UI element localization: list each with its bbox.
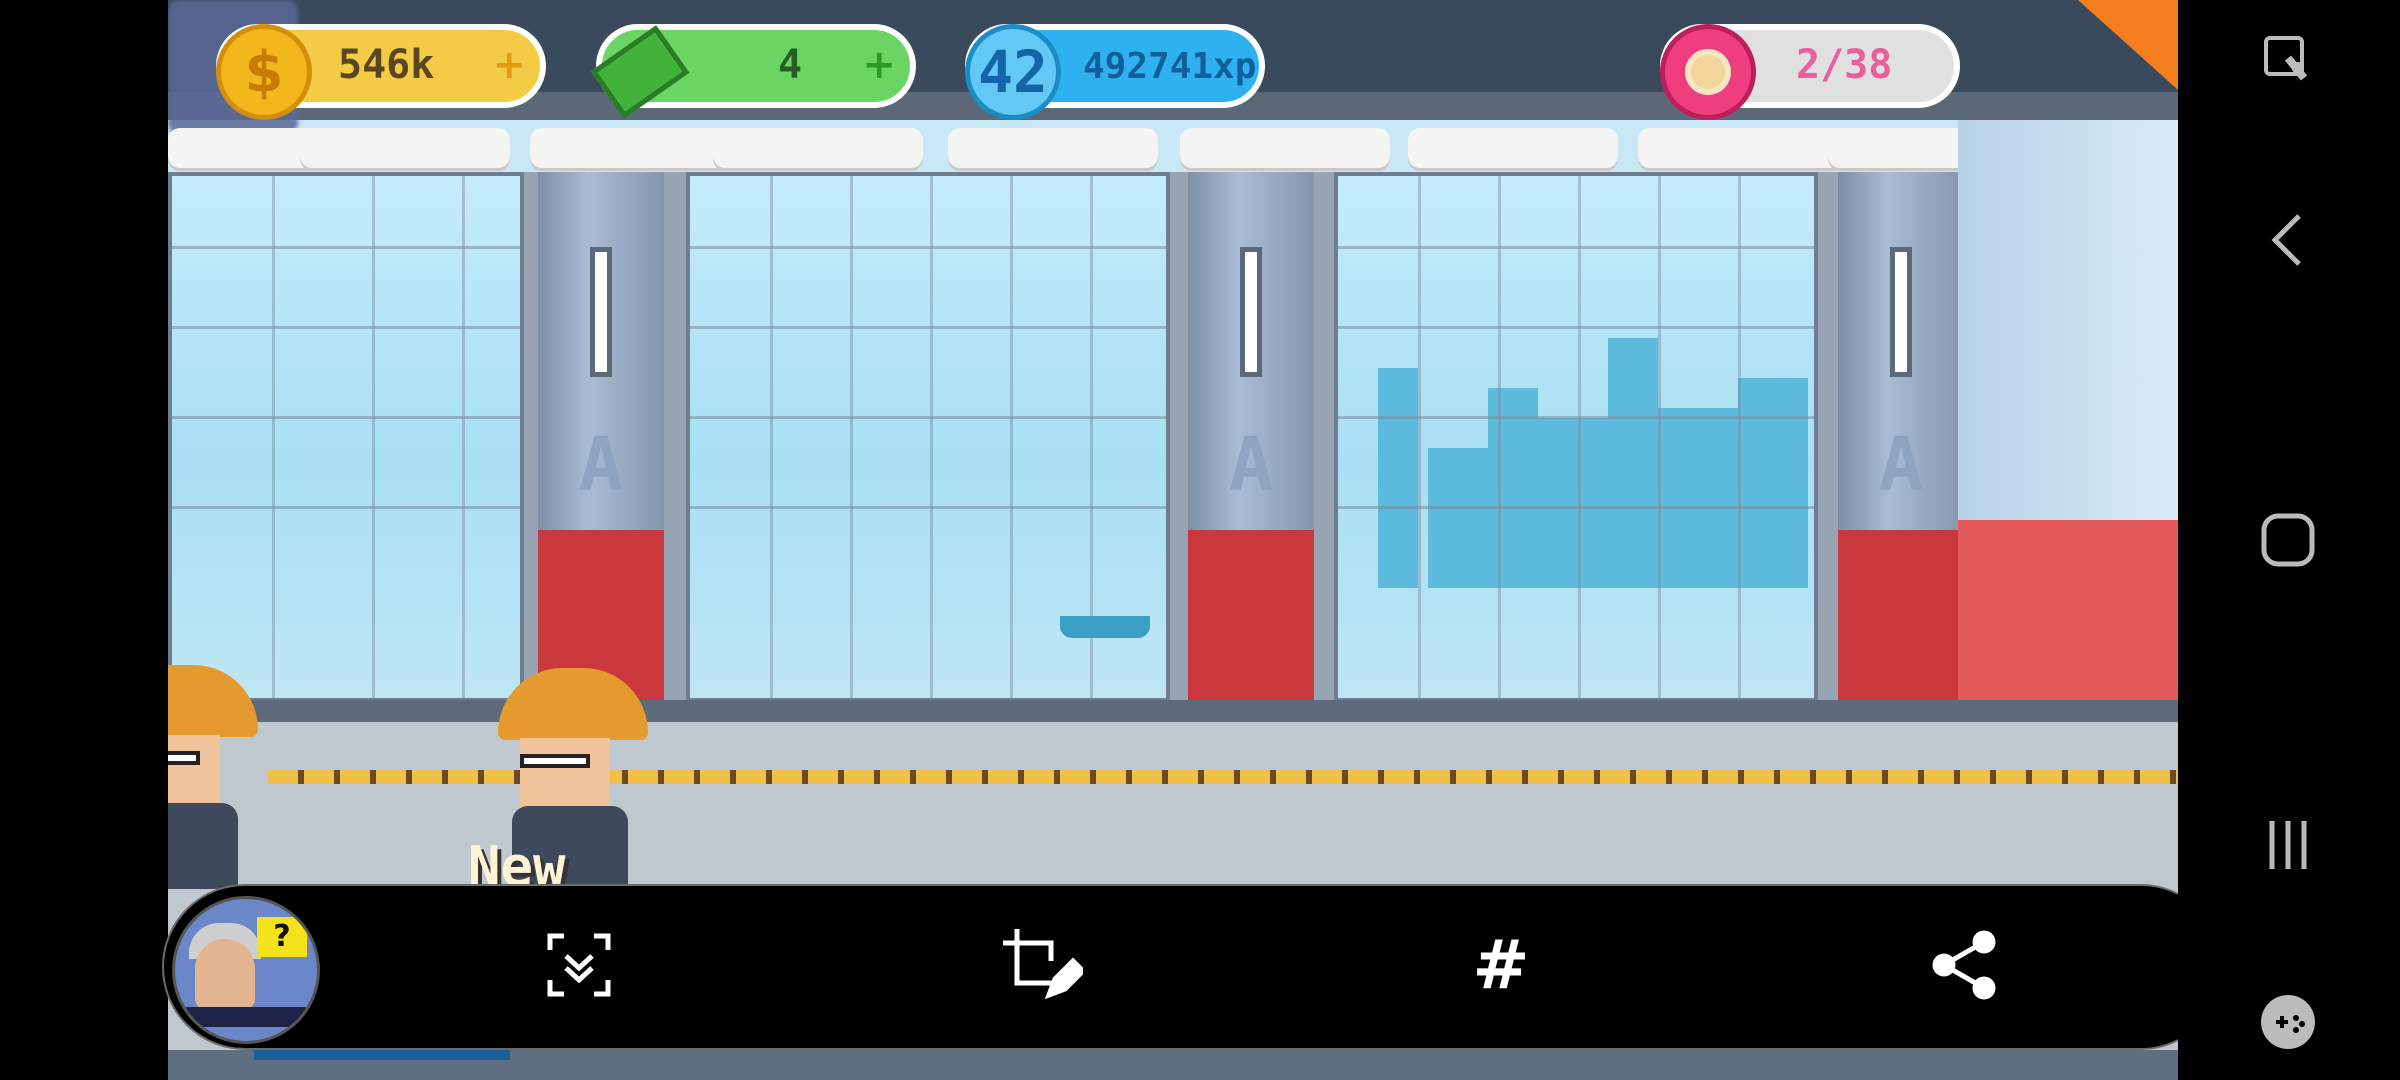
crop-edit-icon[interactable] bbox=[996, 920, 1086, 1010]
coin-icon: $ bbox=[216, 24, 312, 120]
pillar-letter: A bbox=[578, 422, 624, 508]
hashtag-icon[interactable]: # bbox=[1456, 920, 1546, 1010]
window-pane bbox=[1334, 172, 1818, 702]
cash-counter[interactable]: 4 + bbox=[590, 24, 916, 119]
pillar: A bbox=[1188, 172, 1314, 762]
ceiling-light bbox=[713, 128, 923, 168]
level-badge: 42 bbox=[965, 24, 1061, 120]
donut-counter[interactable]: 2/38 bbox=[1660, 24, 1960, 120]
recents-icon[interactable] bbox=[2248, 805, 2328, 885]
window-pane bbox=[686, 172, 1170, 702]
ceiling-light bbox=[300, 128, 510, 168]
ceiling-light bbox=[1638, 128, 1848, 168]
pillar: A bbox=[1838, 172, 1964, 762]
navigation-bar bbox=[2178, 0, 2400, 1080]
cash-icon bbox=[590, 24, 690, 120]
boat bbox=[1060, 616, 1150, 638]
share-icon[interactable] bbox=[1920, 920, 2010, 1010]
ceiling-light bbox=[1408, 128, 1618, 168]
window-pane bbox=[168, 172, 524, 702]
xp-counter[interactable]: 42 492741xp bbox=[965, 24, 1265, 120]
donut-value: 2/38 bbox=[1796, 42, 1893, 88]
screen-record-icon[interactable] bbox=[2248, 20, 2328, 100]
wall-lamp bbox=[1240, 247, 1262, 377]
wall-lamp bbox=[1890, 247, 1912, 377]
cash-value: 4 bbox=[778, 42, 803, 88]
back-icon[interactable] bbox=[2248, 200, 2328, 280]
home-icon[interactable] bbox=[2248, 500, 2328, 580]
wall-lamp bbox=[590, 247, 612, 377]
worker-character[interactable] bbox=[168, 665, 258, 889]
game-launcher-icon[interactable] bbox=[2248, 982, 2328, 1062]
left-letterbox bbox=[0, 0, 168, 1080]
capture-progress-bar bbox=[254, 1050, 510, 1060]
coins-counter[interactable]: $ 546k + bbox=[216, 24, 546, 120]
scroll-capture-icon[interactable] bbox=[534, 920, 624, 1010]
pillar-letter: A bbox=[1878, 422, 1924, 508]
donut-icon bbox=[1660, 24, 1756, 120]
question-badge: ? bbox=[257, 917, 307, 957]
ceiling-light bbox=[948, 128, 1158, 168]
pillar-letter: A bbox=[1228, 422, 1274, 508]
ceiling-light bbox=[1180, 128, 1390, 168]
coins-value: 546k bbox=[338, 42, 435, 88]
platform-edge bbox=[168, 700, 2178, 722]
xp-value: 492741xp bbox=[1083, 46, 1257, 87]
add-cash-icon[interactable]: + bbox=[862, 42, 896, 88]
screenshot-thumbnail[interactable]: ? bbox=[172, 896, 320, 1044]
screenshot-toolbar bbox=[162, 884, 2224, 1050]
ceiling-light bbox=[530, 128, 740, 168]
add-coins-icon[interactable]: + bbox=[492, 42, 526, 88]
